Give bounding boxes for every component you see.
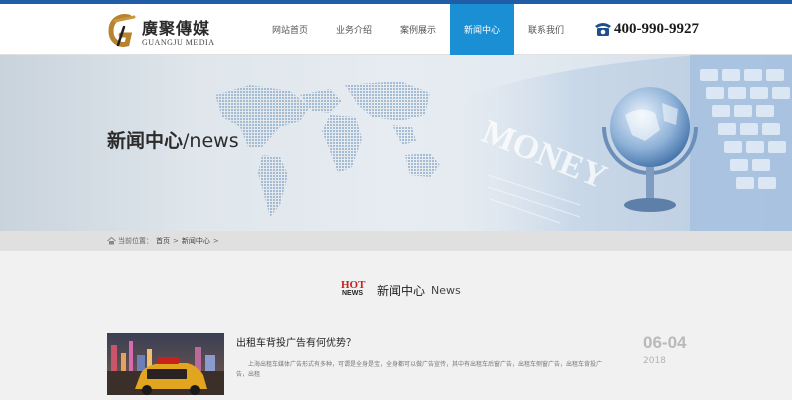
banner-title: 新闻中心/news: [107, 126, 239, 153]
nav-item-news[interactable]: 新闻中心: [450, 4, 514, 55]
breadcrumb-separator: >: [173, 237, 179, 245]
main-nav: 网站首页 业务介绍 案例展示 新闻中心 联系我们: [258, 4, 578, 55]
taxi-night-image: [107, 333, 224, 395]
phone-contact: 400-990-9927: [594, 18, 699, 40]
phone-number: 400-990-9927: [614, 20, 699, 37]
news-thumbnail[interactable]: [107, 333, 224, 395]
news-title-link[interactable]: 出租车背投广告有何优势？: [236, 334, 356, 349]
breadcrumb-news-link[interactable]: 新闻中心: [182, 236, 210, 246]
nav-item-cases[interactable]: 案例展示: [386, 4, 450, 55]
breadcrumb-home-link[interactable]: 首页: [156, 236, 170, 246]
site-logo[interactable]: 廣聚傳媒 GUANGJU MEDIA: [107, 11, 217, 51]
site-header: 廣聚傳媒 GUANGJU MEDIA 网站首页 业务介绍 案例展示 新闻中心 联…: [0, 4, 792, 55]
section-title-english: News: [431, 283, 461, 297]
nav-item-contact[interactable]: 联系我们: [514, 4, 578, 55]
dotted-world-map: [215, 81, 440, 217]
nav-item-services[interactable]: 业务介绍: [322, 4, 386, 55]
breadcrumb-bar: 当前位置： 首页 > 新闻中心 >: [0, 231, 792, 251]
logo-chinese-name: 廣聚傳媒: [142, 19, 211, 38]
logo-g-icon: [108, 14, 136, 47]
page-banner: MONEY 新闻中心/news: [0, 55, 792, 231]
logo-english-name: GUANGJU MEDIA: [142, 38, 215, 47]
breadcrumb-separator: >: [212, 237, 219, 245]
keyboard-graphic: [690, 55, 792, 231]
hot-news-badge: HOT NEWS: [341, 279, 373, 300]
section-title-chinese: 新闻中心: [377, 283, 426, 298]
telephone-icon: [595, 23, 611, 36]
news-date-year: 2018: [643, 356, 666, 366]
home-icon: [107, 237, 116, 245]
news-date: 06-04 2018: [643, 333, 703, 366]
section-heading: HOT NEWS 新闻中心 News: [341, 279, 461, 300]
breadcrumb: 当前位置： 首页 > 新闻中心 >: [107, 231, 222, 251]
banner-title-chinese: 新闻中心: [107, 130, 184, 152]
banner-title-english: /news: [183, 130, 239, 152]
hot-badge-bottom: NEWS: [342, 290, 363, 297]
news-excerpt: 上海出租车媒体广告形式有多种，可谓是全身是宝，全身都可以做广告宣传，其中有出租车…: [236, 361, 603, 378]
nav-item-home[interactable]: 网站首页: [258, 4, 322, 55]
news-date-day: 06-04: [643, 333, 687, 352]
breadcrumb-prefix: 当前位置：: [118, 237, 153, 245]
